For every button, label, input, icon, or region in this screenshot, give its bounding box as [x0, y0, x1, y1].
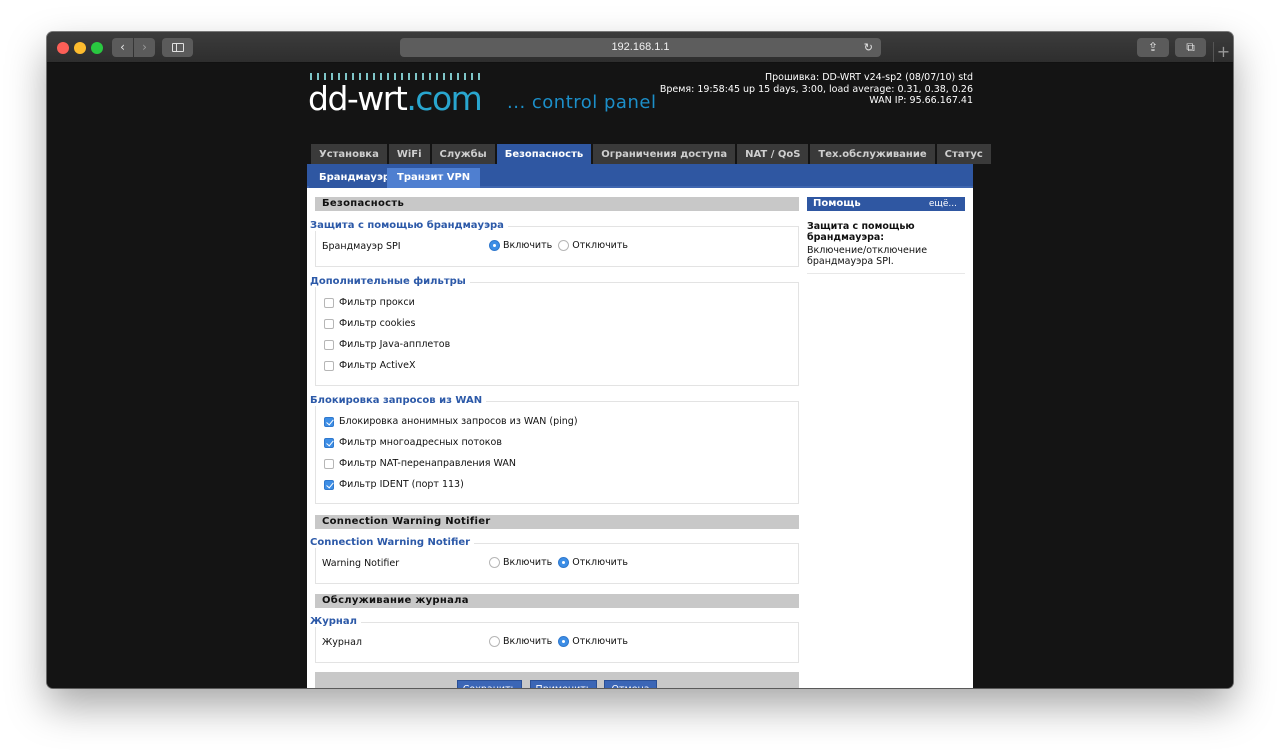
log-radio-group: Включить Отключить	[489, 636, 634, 647]
wan-ident-label: Фильтр IDENT (порт 113)	[339, 479, 464, 490]
sub-nav: Брандмауэр Транзит VPN	[307, 164, 973, 188]
wan-nat-redirect-label: Фильтр NAT-перенаправления WAN	[339, 458, 516, 469]
filter-java-label: Фильтр Java-апплетов	[339, 339, 451, 350]
share-button[interactable]: ⇪	[1137, 38, 1169, 57]
spi-enable-label: Включить	[503, 240, 553, 251]
tab-setup[interactable]: Установка	[311, 144, 387, 164]
spi-disable-radio[interactable]	[558, 240, 570, 251]
log-disable-label: Отключить	[572, 636, 628, 647]
help-title: Помощь	[813, 198, 861, 209]
wan-legend: Блокировка запросов из WAN	[310, 395, 487, 406]
address-bar[interactable]: 192.168.1.1 ↻	[400, 38, 881, 57]
main-nav: Установка WiFi Службы Безопасность Огран…	[311, 144, 991, 165]
subtab-vpn-passthrough[interactable]: Транзит VPN	[387, 168, 481, 188]
section-security-title: Безопасность	[315, 197, 799, 211]
button-bar: Сохранить Применить Отмена	[315, 672, 799, 688]
warning-label: Warning Notifier	[322, 558, 400, 569]
help-more-link[interactable]: ещё...	[929, 197, 957, 211]
zoom-window-button[interactable]	[91, 42, 103, 54]
forward-button[interactable]: ›	[134, 38, 155, 57]
wan-ident-row: Фильтр IDENT (порт 113)	[324, 479, 464, 490]
filter-cookies-checkbox[interactable]	[324, 318, 334, 329]
tab-status[interactable]: Статус	[936, 144, 991, 164]
spi-disable-label: Отключить	[572, 240, 628, 251]
help-text: Включение/отключение брандмауэра SPI.	[807, 245, 965, 274]
spi-label: Брандмауэр SPI	[322, 241, 401, 252]
browser-toolbar: ‹ › 192.168.1.1 ↻ ⇪ ⧉ +	[47, 32, 1233, 63]
wan-ping-checkbox[interactable]	[324, 416, 334, 427]
wan-multicast-row: Фильтр многоадресных потоков	[324, 437, 502, 448]
filter-proxy-label: Фильтр прокси	[339, 297, 415, 308]
tab-security[interactable]: Безопасность	[496, 144, 592, 165]
warning-radio-group: Включить Отключить	[489, 557, 634, 568]
wan-multicast-checkbox[interactable]	[324, 437, 334, 448]
logo-suffix: .com	[406, 79, 482, 118]
warning-disable-label: Отключить	[572, 557, 628, 568]
warning-legend: Connection Warning Notifier	[310, 537, 475, 548]
log-legend: Журнал	[310, 616, 361, 627]
warning-disable-radio[interactable]	[558, 557, 570, 568]
back-button[interactable]: ‹	[112, 38, 133, 57]
tab-nat-qos[interactable]: NAT / QoS	[737, 144, 809, 164]
tab-access-restrictions[interactable]: Ограничения доступа	[593, 144, 736, 164]
minimize-window-button[interactable]	[74, 42, 86, 54]
sidebar-icon	[171, 43, 184, 52]
url-text: 192.168.1.1	[611, 41, 670, 53]
show-tabs-button[interactable]: ⧉	[1175, 38, 1206, 57]
logo-main: dd-wrt	[308, 79, 408, 118]
logo-subtitle: ... control panel	[507, 92, 657, 113]
wan-multicast-label: Фильтр многоадресных потоков	[339, 437, 502, 448]
filter-cookies-row: Фильтр cookies	[324, 318, 415, 329]
tab-administration[interactable]: Тех.обслуживание	[810, 144, 935, 164]
browser-window: ‹ › 192.168.1.1 ↻ ⇪ ⧉ + dd-wrt.com ... c…	[47, 32, 1233, 688]
help-topic: Защита с помощью брандмауэра:	[807, 221, 915, 243]
wan-nat-redirect-row: Фильтр NAT-перенаправления WAN	[324, 458, 516, 469]
router-info: Прошивка: DD-WRT v24-sp2 (08/07/10) std …	[660, 72, 973, 107]
filter-activex-label: Фильтр ActiveX	[339, 360, 416, 371]
help-header: Помощь ещё...	[807, 197, 965, 211]
time-text: Время: 19:58:45 up 15 days, 3:00, load a…	[659, 83, 973, 95]
filter-activex-row: Фильтр ActiveX	[324, 360, 416, 371]
filters-legend: Дополнительные фильтры	[310, 276, 470, 287]
wan-ident-checkbox[interactable]	[324, 479, 334, 490]
firewall-legend: Защита с помощью брандмауэра	[310, 220, 508, 231]
spi-radio-group: Включить Отключить	[489, 240, 634, 251]
wan-ping-label: Блокировка анонимных запросов из WAN (pi…	[339, 416, 578, 427]
section-warning-title: Connection Warning Notifier	[315, 515, 799, 529]
save-button[interactable]: Сохранить	[457, 680, 522, 688]
filter-java-checkbox[interactable]	[324, 339, 334, 350]
close-window-button[interactable]	[57, 42, 69, 54]
filter-cookies-label: Фильтр cookies	[339, 318, 416, 329]
filter-java-row: Фильтр Java-апплетов	[324, 339, 450, 350]
sidebar-toggle-button[interactable]	[162, 38, 193, 57]
filter-proxy-checkbox[interactable]	[324, 297, 334, 308]
reload-icon[interactable]: ↻	[864, 38, 873, 57]
wan-ping-row: Блокировка анонимных запросов из WAN (pi…	[324, 416, 578, 427]
filter-proxy-row: Фильтр прокси	[324, 297, 415, 308]
wan-ip-text: WAN IP: 95.66.167.41	[869, 95, 973, 106]
log-enable-radio[interactable]	[489, 636, 500, 647]
firmware-text: Прошивка: DD-WRT v24-sp2 (08/07/10) std	[764, 72, 973, 83]
tab-wifi[interactable]: WiFi	[388, 144, 430, 164]
new-tab-button[interactable]: +	[1213, 42, 1233, 62]
section-log-title: Обслуживание журнала	[315, 594, 799, 608]
tab-services[interactable]: Службы	[431, 144, 495, 164]
warning-enable-radio[interactable]	[489, 557, 500, 568]
filter-activex-checkbox[interactable]	[324, 360, 334, 371]
apply-button[interactable]: Применить	[530, 680, 597, 688]
main-content: Безопасность Защита с помощью брандмауэр…	[307, 188, 973, 688]
log-label: Журнал	[322, 637, 362, 648]
spi-enable-radio[interactable]	[489, 240, 500, 251]
cancel-button[interactable]: Отмена	[604, 680, 657, 688]
header: dd-wrt.com ... control panel Прошивка: D…	[307, 63, 973, 145]
warning-enable-label: Включить	[503, 557, 553, 568]
log-disable-radio[interactable]	[558, 636, 570, 647]
logo: dd-wrt.com	[308, 79, 483, 118]
page: dd-wrt.com ... control panel Прошивка: D…	[47, 63, 1233, 688]
log-enable-label: Включить	[503, 636, 553, 647]
wan-nat-redirect-checkbox[interactable]	[324, 458, 334, 469]
